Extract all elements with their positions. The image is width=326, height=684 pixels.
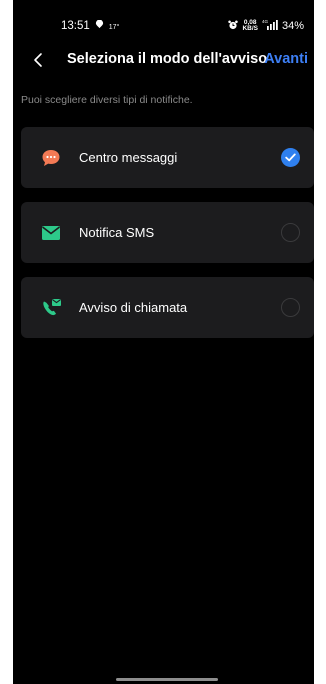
status-time: 13:51 [61, 20, 90, 32]
status-right: 0,08 KB/S 4G 34% [228, 19, 304, 33]
checkmark-icon [285, 153, 296, 162]
network-speed-unit: KB/S [242, 25, 258, 32]
page-title: Seleziona il modo dell'avviso [67, 51, 268, 67]
next-button[interactable]: Avanti [264, 51, 308, 67]
header: Seleziona il modo dell'avviso Avanti [13, 44, 314, 78]
signal-icon: 4G [262, 19, 278, 33]
option-label: Notifica SMS [79, 225, 155, 240]
home-indicator[interactable] [116, 678, 218, 681]
option-checkbox-checked[interactable] [281, 148, 300, 167]
option-radio-unchecked[interactable] [281, 298, 300, 317]
battery-level: 34% [281, 20, 304, 32]
hint-text: Puoi scegliere diversi tipi di notifiche… [21, 94, 193, 106]
status-temperature: 17° [108, 23, 120, 31]
envelope-icon [40, 222, 62, 244]
option-radio-unchecked[interactable] [281, 223, 300, 242]
weather-icon [95, 19, 104, 32]
option-label: Avviso di chiamata [79, 300, 188, 315]
chevron-left-icon [34, 53, 42, 67]
option-sms-notification[interactable]: Notifica SMS [21, 202, 314, 263]
option-label: Centro messaggi [79, 150, 178, 165]
status-left: 13:51 17° [61, 19, 120, 32]
svg-text:4G: 4G [262, 19, 269, 24]
phone-call-icon [40, 297, 62, 319]
alarm-icon [228, 20, 239, 33]
option-call-alert[interactable]: Avviso di chiamata [21, 277, 314, 338]
option-message-center[interactable]: Centro messaggi [21, 127, 314, 188]
status-bar: 13:51 17° 0,08 KB/S 4G 34% [13, 0, 314, 44]
network-speed: 0,08 KB/S [242, 19, 258, 32]
chat-bubble-icon [40, 147, 62, 169]
back-button[interactable] [29, 49, 49, 71]
app-screen: 13:51 17° 0,08 KB/S 4G 34% Seleziona il … [13, 0, 314, 684]
